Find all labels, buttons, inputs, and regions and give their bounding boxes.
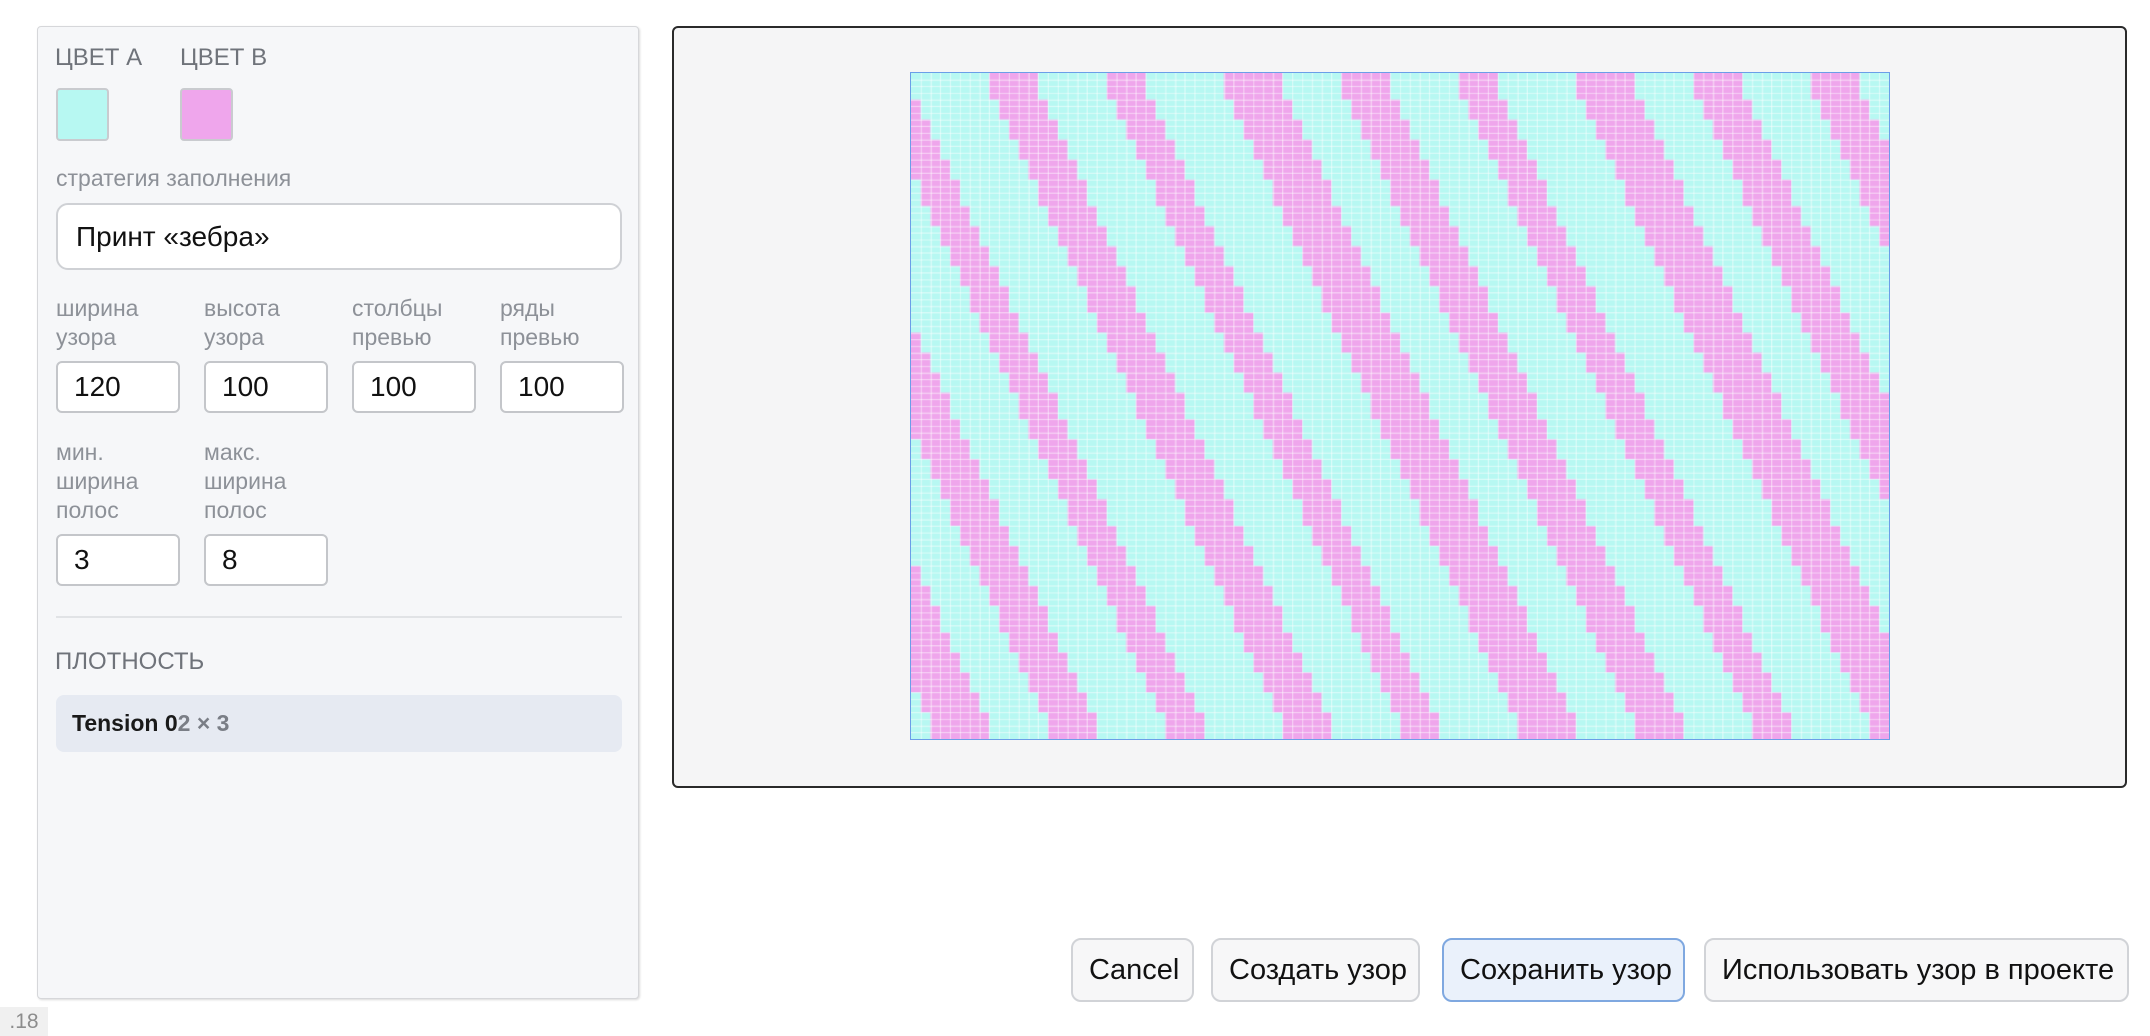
pattern-preview-canvas[interactable] <box>910 72 1890 740</box>
density-item[interactable]: Tension 02 × 3 <box>56 695 622 752</box>
strategy-label: стратегия заполнения <box>56 165 292 191</box>
preview-rows-input[interactable] <box>500 361 624 413</box>
pattern-width-label: ширина узора <box>56 295 139 350</box>
settings-panel: ЦВЕТ A ЦВЕТ B стратегия заполнения Принт… <box>37 26 639 999</box>
min-stripe-input[interactable] <box>56 534 180 586</box>
max-stripe-label: макс. ширина полос <box>204 439 287 523</box>
density-item-dims: 2 × 3 <box>177 710 230 736</box>
color-b-label: ЦВЕТ B <box>180 44 268 71</box>
max-stripe-input[interactable] <box>204 534 328 586</box>
preview-cols-input[interactable] <box>352 361 476 413</box>
density-item-name: Tension 0 <box>72 710 178 736</box>
create-pattern-button[interactable]: Создать узор <box>1211 938 1420 1002</box>
pattern-width-input[interactable] <box>56 361 180 413</box>
pattern-height-input[interactable] <box>204 361 328 413</box>
strategy-select[interactable]: Принт «зебра» <box>56 203 622 270</box>
cancel-button[interactable]: Cancel <box>1071 938 1194 1002</box>
color-a-label: ЦВЕТ A <box>55 44 143 71</box>
section-divider <box>56 616 622 618</box>
save-pattern-button[interactable]: Сохранить узор <box>1442 938 1685 1002</box>
color-b-swatch[interactable] <box>180 88 233 141</box>
color-a-swatch[interactable] <box>56 88 109 141</box>
version-label: .18 <box>0 1007 48 1036</box>
pattern-height-label: высота узора <box>204 295 280 350</box>
preview-frame <box>672 26 2127 788</box>
preview-rows-label: ряды превью <box>500 295 580 350</box>
preview-cols-label: столбцы превью <box>352 295 443 350</box>
min-stripe-label: мин. ширина полос <box>56 439 139 523</box>
density-label: ПЛОТНОСТЬ <box>55 648 205 675</box>
use-pattern-button[interactable]: Использовать узор в проекте <box>1704 938 2129 1002</box>
